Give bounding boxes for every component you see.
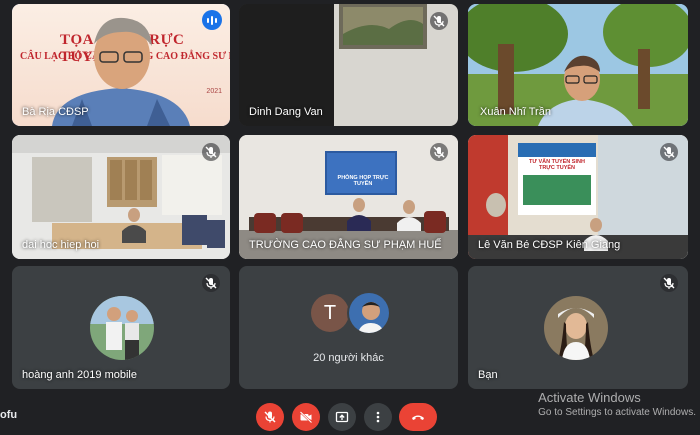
camera-toggle-button[interactable] bbox=[292, 403, 320, 431]
room-sign: PHÒNG HỌP TRỰC TUYẾN bbox=[337, 175, 389, 187]
mic-muted-icon bbox=[430, 12, 448, 30]
video-tile-self[interactable]: Bạn bbox=[468, 266, 688, 389]
more-vertical-icon bbox=[376, 411, 380, 423]
avatar bbox=[544, 296, 608, 360]
video-tile-hoang-anh[interactable]: hoàng anh 2019 mobile bbox=[12, 266, 230, 389]
end-call-button[interactable] bbox=[399, 403, 437, 431]
others-count-label: 20 người khác bbox=[313, 352, 384, 364]
poster-text: TƯ VẤN TUYỂN SINH TRỰC TUYẾN bbox=[529, 159, 585, 171]
participant-name: Xuân Nhĩ Trần bbox=[480, 106, 551, 118]
mic-toggle-button[interactable] bbox=[256, 403, 284, 431]
mic-muted-icon bbox=[660, 143, 678, 161]
hang-up-icon bbox=[412, 415, 424, 420]
participant-name: Bà Rịa CĐSP bbox=[22, 106, 89, 118]
present-screen-icon bbox=[335, 411, 349, 423]
more-options-button[interactable] bbox=[364, 403, 392, 431]
mic-muted-icon bbox=[430, 143, 448, 161]
participant-name: dai hoc hiep hoi bbox=[22, 239, 100, 251]
participant-name: Bạn bbox=[478, 369, 498, 381]
video-tile-kien-giang[interactable]: TƯ VẤN TUYỂN SINH TRỰC TUYẾN Lê Văn Bé C… bbox=[468, 135, 688, 259]
mic-muted-icon bbox=[660, 274, 678, 292]
video-tile-dinh-dang-van[interactable]: Dinh Dang Van bbox=[239, 4, 458, 126]
meeting-user-name: ofu bbox=[0, 409, 18, 421]
mic-off-icon bbox=[264, 411, 276, 423]
activate-windows-watermark: Activate Windows Go to Settings to activ… bbox=[538, 390, 696, 418]
video-tile-dai-hoc-hiep-hoi[interactable]: dai hoc hiep hoi bbox=[12, 135, 230, 259]
participant-name: Dinh Dang Van bbox=[249, 106, 323, 118]
participant-name: TRƯỜNG CAO ĐẲNG SƯ PHẠM HUẾ bbox=[249, 239, 442, 251]
participant-name: Lê Văn Bé CĐSP Kiên Giang bbox=[478, 239, 621, 251]
video-tile-others[interactable]: T 20 người khác bbox=[239, 266, 458, 389]
camera-off-icon bbox=[299, 411, 313, 424]
avatar: T bbox=[311, 294, 349, 332]
mic-muted-icon bbox=[202, 143, 220, 161]
video-tile-cdsp-hue[interactable]: PHÒNG HỌP TRỰC TUYẾN TRƯỜNG CAO ĐẲNG SƯ … bbox=[239, 135, 458, 259]
mic-muted-icon bbox=[202, 274, 220, 292]
video-tile-xuan-nhi-tran[interactable]: Xuân Nhĩ Trần bbox=[468, 4, 688, 126]
avatar bbox=[90, 296, 154, 360]
avatar bbox=[347, 291, 391, 335]
speaking-indicator-icon bbox=[202, 10, 222, 30]
participant-name: hoàng anh 2019 mobile bbox=[22, 369, 137, 381]
present-screen-button[interactable] bbox=[328, 403, 356, 431]
video-tile-ba-ria[interactable]: TỌA ĐÀM TRỰC TUYẾN CÂU LẠC BỘ CÁC TRƯỜNG… bbox=[12, 4, 230, 126]
